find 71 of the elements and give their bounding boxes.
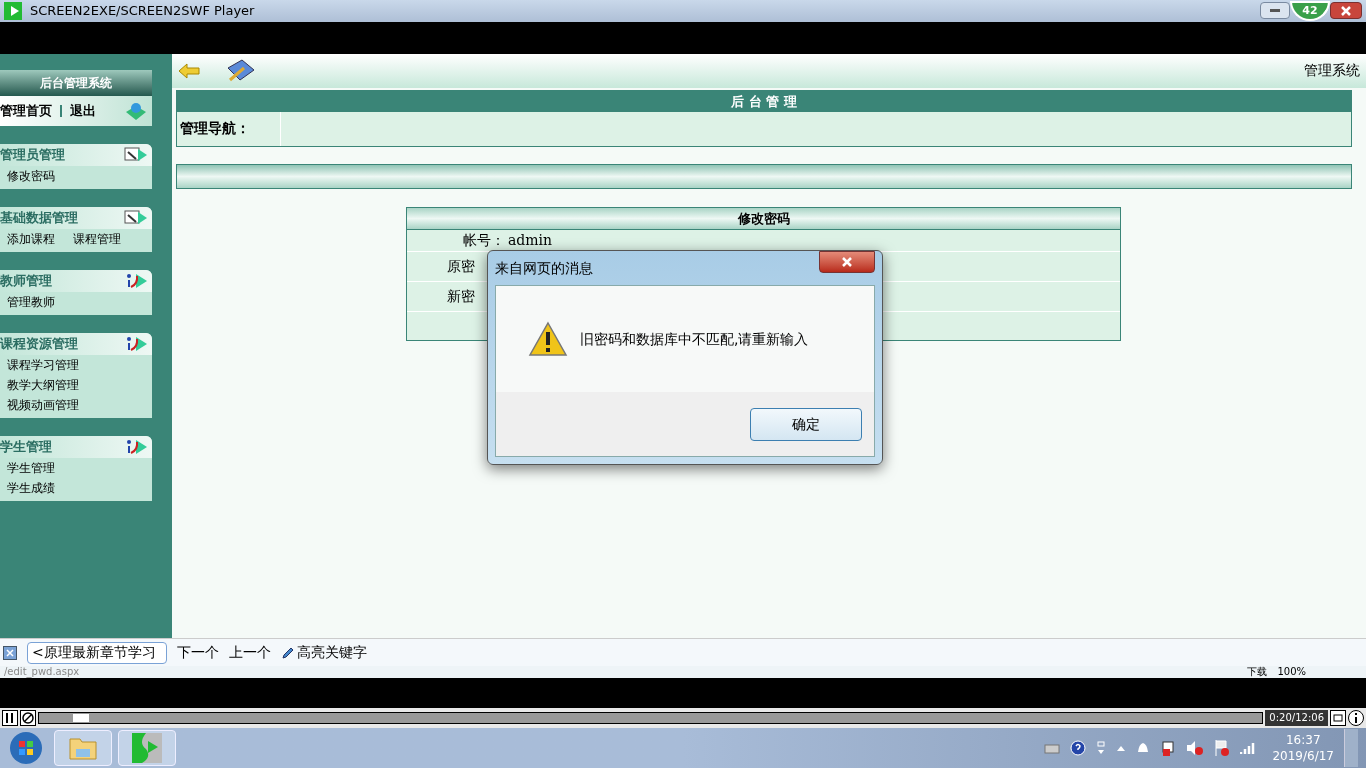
no-entry-icon [22,712,34,725]
pause-button[interactable] [2,710,18,727]
status-download: 下载 [1247,666,1268,679]
section-title: 课程资源管理 [0,335,78,354]
form-title: 修改密码 [407,207,1120,230]
back-arrow-icon[interactable] [178,62,200,79]
sidebar-header: 后台管理系统 [0,69,152,96]
chevron-up-icon[interactable] [1116,744,1127,753]
muted-speaker-icon[interactable] [1186,740,1205,757]
home-link[interactable]: 管理首页 [0,101,52,121]
sidebar-link[interactable]: 课程管理 [73,228,121,249]
close-icon [1341,5,1351,16]
pause-icon [6,713,14,724]
sidebar-link[interactable]: 课程学习管理 [7,354,152,375]
dialog-title: 来自网页的消息 [495,258,593,278]
sidebar-link[interactable]: 教学大纲管理 [7,374,152,395]
form-label: 新密 [446,286,475,306]
sidebar-link[interactable]: 修改密码 [7,165,152,186]
fullscreen-icon [1332,713,1344,724]
form-value: admin [508,230,553,250]
notepad-icon [124,145,148,164]
playback-time: 0:20/12:06 [1265,710,1328,727]
pencil-icon [281,645,295,660]
minimize-button[interactable] [1260,2,1290,20]
ok-button[interactable]: 确定 [750,407,862,441]
section-title: 学生管理 [0,438,52,457]
fullscreen-button[interactable] [1330,710,1346,727]
info-arrow-icon [124,334,148,353]
close-icon [841,256,853,268]
window-title: SCREEN2EXE/SCREEN2SWF Player [30,2,255,21]
start-orb-icon [9,731,43,766]
info-icon [1354,713,1358,724]
progress-thumb[interactable] [73,714,90,723]
flag-icon[interactable] [1214,739,1231,758]
signal-bars-icon[interactable] [1240,741,1257,756]
status-zoom: 100% [1277,666,1306,679]
find-field[interactable]: <原理最新章节学习 [27,641,167,664]
close-button[interactable] [1330,2,1362,20]
counter-badge: 42 [1290,0,1330,21]
sidebar-link[interactable]: 视频动画管理 [7,394,152,415]
system-label: 管理系统 [1304,61,1360,81]
sidebar-link[interactable]: 学生成绩 [7,477,152,498]
info-arrow-icon [124,437,148,456]
warning-icon [528,321,568,357]
dialog-message: 旧密码和数据库中不匹配,请重新输入 [580,329,809,349]
stop-button[interactable] [20,710,36,727]
nav-label: 管理导航： [177,111,281,146]
panel-title: 后 台 管 理 [177,90,1351,112]
notepad-icon [124,208,148,227]
app-logo-icon [4,1,22,20]
close-icon [6,648,14,657]
section-title: 教师管理 [0,272,52,291]
previous-button[interactable]: 上一个 [229,642,271,664]
form-label: 帐号： [462,231,505,250]
section-title: 基础数据管理 [0,209,78,228]
dialog-close-button[interactable] [819,251,875,273]
sidebar-link[interactable]: 学生管理 [7,457,152,478]
close-find-button[interactable] [3,645,17,660]
next-button[interactable]: 下一个 [177,642,219,664]
highlight-button[interactable]: 高亮关键字 [281,642,367,664]
section-title: 管理员管理 [0,146,65,165]
folder-icon [68,735,98,762]
info-button[interactable] [1348,710,1364,727]
player-logo-icon [132,733,162,764]
status-url: /edit_pwd.aspx [3,666,80,679]
sidebar-link[interactable]: 添加课程 [7,228,55,249]
form-label: 原密 [446,256,475,276]
info-arrow-icon [124,271,148,290]
logout-link[interactable]: 退出 [70,101,96,121]
help-icon[interactable] [1070,740,1087,757]
sidebar-link[interactable]: 管理教师 [7,291,152,312]
